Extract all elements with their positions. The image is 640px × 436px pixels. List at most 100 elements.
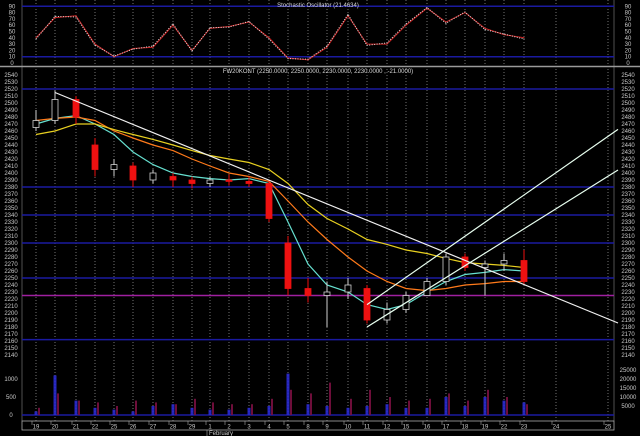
stochastic-point	[366, 43, 368, 45]
price-tick-label-right: 2370	[621, 192, 635, 198]
oscillator-tick-label-right: 70	[625, 17, 632, 23]
price-tick-label-left: 2190	[4, 318, 18, 324]
price-tick-label-right: 2150	[621, 346, 635, 352]
volume-tick-label-left: 1000	[4, 377, 18, 383]
price-tick-label-right: 2220	[621, 297, 635, 303]
date-tick-label: 10	[345, 425, 352, 431]
stochastic-point	[209, 27, 211, 29]
volume-bar	[208, 409, 212, 415]
oscillator-tick-label-left: 70	[9, 17, 16, 23]
price-tick-label-left: 2210	[4, 304, 18, 310]
oscillator-tick-label-left: 30	[9, 42, 16, 48]
date-tick-label: 22	[92, 425, 99, 431]
candle-body	[500, 260, 508, 265]
oscillator-tick-label-right: 80	[625, 11, 632, 17]
price-tick-label-left: 2490	[4, 108, 18, 114]
price-tick-label-left: 2250	[4, 276, 18, 282]
volume-bar	[286, 373, 290, 415]
price-tick-label-left: 2440	[4, 143, 18, 149]
price-tick-label-left: 2470	[4, 122, 18, 128]
volume-bar	[389, 397, 391, 415]
candle-body	[110, 164, 118, 170]
oscillator-tick-label-right: 60	[625, 23, 632, 29]
candle-body	[129, 165, 137, 181]
volume-bar	[346, 407, 350, 415]
price-tick-label-right: 2320	[621, 227, 635, 233]
date-tick-label: 20	[52, 425, 59, 431]
price-tick-label-left: 2420	[4, 157, 18, 163]
price-tick-label-left: 2520	[4, 87, 18, 93]
candle-body	[51, 99, 59, 121]
volume-bar	[57, 393, 59, 415]
price-tick-label-left: 2160	[4, 339, 18, 345]
oscillator-tick-label-right: 20	[625, 48, 632, 54]
volume-bar	[116, 406, 118, 415]
price-tick-label-right: 2340	[621, 213, 635, 219]
price-tick-label-left: 2450	[4, 136, 18, 142]
volume-bar	[329, 382, 331, 415]
price-tick-label-right: 2260	[621, 269, 635, 275]
volume-bar	[467, 400, 469, 415]
stochastic-point	[484, 29, 486, 31]
volume-tick-label-right: 25000	[620, 368, 637, 374]
price-tick-label-left: 2310	[4, 234, 18, 240]
oscillator-tick-label-right: 10	[625, 55, 632, 61]
date-tick-label: 19	[33, 425, 40, 431]
volume-bar	[34, 411, 38, 415]
volume-bar	[93, 407, 97, 415]
stochastic-point	[113, 55, 115, 57]
stochastic-point	[523, 37, 525, 39]
price-tick-label-right: 2460	[621, 129, 635, 135]
oscillator-tick-label-left: 60	[9, 23, 16, 29]
volume-bar	[267, 406, 271, 415]
stochastic-point	[307, 58, 309, 60]
price-tick-label-right: 2200	[621, 311, 635, 317]
volume-bar	[290, 389, 292, 415]
volume-bar	[78, 400, 80, 415]
price-tick-label-right: 2180	[621, 325, 635, 331]
volume-tick-label-left: 500	[6, 395, 17, 401]
date-tick-label: 18	[462, 425, 469, 431]
stochastic-point	[54, 15, 56, 17]
price-tick-label-left: 2370	[4, 192, 18, 198]
candle-body	[188, 179, 196, 184]
oscillator-tick-label-right: 40	[625, 36, 632, 42]
price-tick-label-right: 2490	[621, 108, 635, 114]
price-tick-label-left: 2290	[4, 248, 18, 254]
candle-body	[323, 291, 331, 296]
stochastic-point	[268, 37, 270, 39]
volume-bar	[112, 409, 116, 415]
price-tick-label-left: 2460	[4, 129, 18, 135]
candle-body	[149, 172, 157, 181]
price-tick-label-left: 2430	[4, 150, 18, 156]
price-tick-label-right: 2390	[621, 178, 635, 184]
price-tick-label-right: 2210	[621, 304, 635, 310]
price-tick-label-right: 2520	[621, 87, 635, 93]
volume-bar	[404, 407, 408, 415]
date-tick-label: 29	[189, 425, 196, 431]
volume-bar	[365, 406, 369, 415]
oscillator-tick-label-left: 90	[9, 4, 16, 10]
date-tick-label: 23	[521, 425, 528, 431]
oscillator-tick-label-right: 30	[625, 42, 632, 48]
stochastic-point	[484, 27, 486, 29]
stochastic-point	[268, 38, 270, 40]
volume-bar	[463, 406, 467, 415]
price-tick-label-right: 2540	[621, 73, 635, 79]
volume-bar	[227, 409, 231, 415]
price-tick-label-left: 2150	[4, 346, 18, 352]
chart-background	[0, 0, 640, 436]
price-tick-label-right: 2300	[621, 241, 635, 247]
stochastic-point	[405, 24, 407, 26]
stochastic-point	[523, 38, 525, 40]
stochastic-point	[445, 22, 447, 24]
volume-bar	[131, 411, 135, 415]
date-tick-label: 27	[150, 425, 157, 431]
date-tick-label: 19	[482, 425, 489, 431]
price-tick-label-left: 2480	[4, 115, 18, 121]
stochastic-point	[287, 58, 289, 60]
volume-bar	[408, 400, 410, 415]
volume-bar	[231, 404, 233, 415]
candle-body	[284, 242, 292, 289]
candle-body	[91, 144, 99, 170]
